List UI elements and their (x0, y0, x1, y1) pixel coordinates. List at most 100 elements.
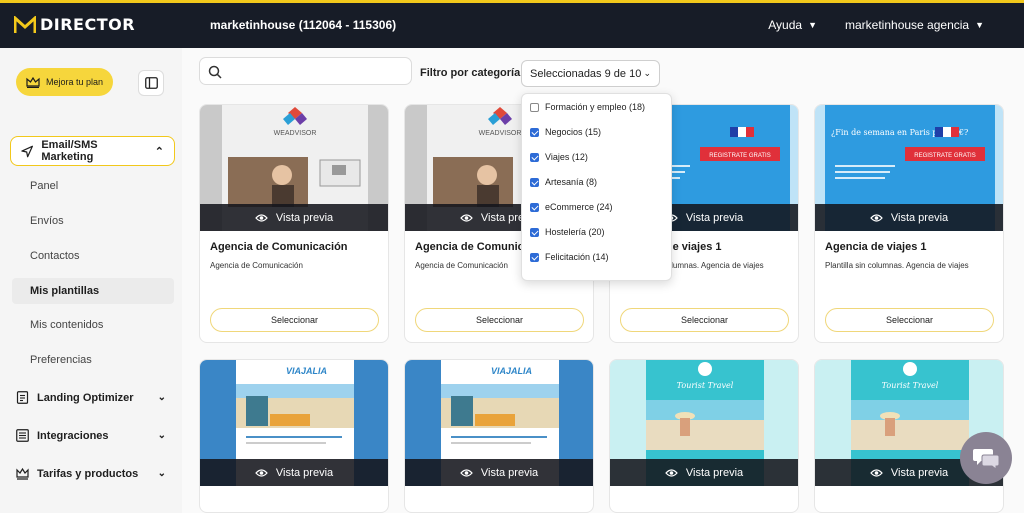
thumb-register-text: REGISTRATE GRATIS (709, 153, 770, 159)
document-icon (16, 391, 29, 404)
template-thumbnail[interactable]: VIAJALIA Vista previa (405, 360, 593, 486)
chevron-down-icon: ⌄ (643, 68, 651, 78)
sidebar-item-panel[interactable]: Panel (12, 173, 174, 199)
category-option[interactable]: Artesanía (8) (530, 177, 597, 187)
logo[interactable]: DIRECTOR (14, 15, 135, 34)
sidebar-item-mis-plantillas[interactable]: Mis plantillas (12, 278, 174, 304)
eye-icon (870, 213, 883, 222)
preview-button[interactable]: Vista previa (610, 459, 798, 486)
preview-label: Vista previa (275, 211, 334, 224)
checkbox[interactable] (530, 227, 539, 237)
collapse-sidebar-button[interactable] (138, 70, 164, 96)
account-title: marketinhouse (112064 - 115306) (210, 18, 397, 32)
sidebar-group-tarifas[interactable]: Tarifas y productos ⌄ (16, 467, 166, 480)
send-icon (21, 145, 33, 157)
upgrade-plan-button[interactable]: Mejora tu plan (16, 68, 113, 96)
select-button[interactable]: Seleccionar (210, 308, 379, 332)
thumb-register-text: REGISTRATE GRATIS (914, 153, 975, 159)
category-filter-select[interactable]: Seleccionadas 9 de 10 ⌄ (521, 60, 660, 87)
sidebar-group-label: Tarifas y productos (37, 467, 139, 480)
section-label: Email/SMS Marketing (41, 139, 98, 163)
logo-m-icon (14, 15, 36, 33)
sidebar-item-label: Envíos (30, 215, 64, 227)
chevron-down-icon: ▼ (808, 20, 817, 30)
category-option-label: Hostelería (20) (545, 227, 605, 237)
crown-icon (16, 467, 29, 480)
sidebar-item-mis-contenidos[interactable]: Mis contenidos (12, 312, 174, 338)
email-sms-marketing-section[interactable]: Email/SMS Marketing ⌃ (10, 136, 175, 166)
sidebar-group-integraciones[interactable]: Integraciones ⌄ (16, 429, 166, 442)
checkbox[interactable] (530, 127, 539, 137)
category-option[interactable]: Viajes (12) (530, 152, 588, 162)
category-option[interactable]: Felicitación (14) (530, 252, 609, 262)
thumb-brand-text: WEADVISOR (479, 130, 522, 137)
card-description: Plantilla sin columnas. Agencia de viaje… (825, 261, 969, 270)
help-dropdown[interactable]: Ayuda ▼ (768, 18, 817, 32)
sidebar-item-preferencias[interactable]: Preferencias (12, 347, 174, 373)
category-option[interactable]: Formación y empleo (18) (530, 102, 645, 112)
help-label: Ayuda (768, 18, 803, 32)
grid-list-icon (16, 429, 29, 442)
category-option-label: Negocios (15) (545, 127, 602, 137)
chevron-down-icon: ▼ (975, 20, 984, 30)
preview-button[interactable]: Vista previa (815, 204, 1003, 231)
select-button[interactable]: Seleccionar (415, 308, 584, 332)
sidebar-item-label: Contactos (30, 250, 80, 262)
select-button[interactable]: Seleccionar (825, 308, 994, 332)
chat-button[interactable] (960, 432, 1012, 484)
checkbox[interactable] (530, 177, 539, 187)
crown-icon (26, 76, 40, 88)
preview-button[interactable]: Vista previa (200, 459, 388, 486)
category-option[interactable]: eCommerce (24) (530, 202, 613, 212)
thumb-brand-text: VIAJALIA (491, 366, 532, 376)
sidebar-item-label: Mis plantillas (30, 285, 100, 297)
sidebar: Mejora tu plan Email/SMS Marketing ⌃ Pan… (0, 48, 182, 513)
chevron-up-icon: ⌃ (154, 145, 164, 158)
card-title: Agencia de viajes 1 (825, 241, 927, 253)
template-card[interactable]: WEADVISOR Vista previa Agencia de Comuni… (199, 104, 389, 343)
top-right-menu: Ayuda ▼ marketinhouse agencia ▼ (768, 18, 984, 32)
template-thumbnail[interactable]: Tourist Travel Vista previa (610, 360, 798, 486)
sidebar-item-contactos[interactable]: Contactos (12, 243, 174, 269)
sidebar-group-label: Integraciones (37, 429, 109, 442)
template-thumbnail[interactable]: VIAJALIA Vista previa (200, 360, 388, 486)
preview-button[interactable]: Vista previa (405, 459, 593, 486)
sidebar-item-label: Panel (30, 180, 59, 192)
main-content: Filtro por categoría: Seleccionadas 9 de… (182, 48, 1024, 513)
select-button[interactable]: Seleccionar (620, 308, 789, 332)
search-input[interactable] (199, 57, 412, 85)
template-card[interactable]: VIAJALIA Vista previa (404, 359, 594, 513)
template-card[interactable]: ¿Fin de semana en Paris por 75€? REGISTR… (814, 104, 1004, 343)
eye-icon (460, 468, 473, 477)
search-icon (208, 65, 222, 79)
chat-icon (973, 449, 1000, 470)
sidebar-group-landing-optimizer[interactable]: Landing Optimizer ⌄ (16, 391, 166, 404)
sidebar-group-label: Landing Optimizer (37, 391, 134, 404)
account-dropdown[interactable]: marketinhouse agencia ▼ (845, 18, 984, 32)
template-thumbnail[interactable]: ¿Fin de semana en Paris por 75€? REGISTR… (815, 105, 1003, 231)
checkbox[interactable] (530, 252, 539, 262)
template-thumbnail[interactable]: WEADVISOR Vista previa (200, 105, 388, 231)
category-filter-value: Seleccionadas 9 de 10 (530, 67, 642, 80)
eye-icon (460, 213, 473, 222)
eye-icon (870, 468, 883, 477)
category-dropdown: Formación y empleo (18) Negocios (15) Vi… (521, 93, 672, 281)
checkbox[interactable] (530, 202, 539, 212)
card-title: Agencia de Comunicación (210, 241, 348, 253)
checkbox[interactable] (530, 102, 539, 112)
sidebar-item-envios[interactable]: Envíos (12, 208, 174, 234)
sidebar-item-label: Preferencias (30, 354, 92, 366)
chevron-down-icon: ⌄ (157, 468, 166, 479)
preview-button[interactable]: Vista previa (200, 204, 388, 231)
category-option-label: eCommerce (24) (545, 202, 613, 212)
template-card[interactable]: VIAJALIA Vista previa (199, 359, 389, 513)
eye-icon (665, 468, 678, 477)
preview-label: Vista previa (890, 466, 949, 479)
category-option[interactable]: Negocios (15) (530, 127, 601, 137)
category-option[interactable]: Hostelería (20) (530, 227, 605, 237)
template-card[interactable]: Tourist Travel Vista previa (609, 359, 799, 513)
checkbox[interactable] (530, 152, 539, 162)
chevron-down-icon: ⌄ (157, 392, 166, 403)
category-option-label: Viajes (12) (545, 152, 588, 162)
sidebar-item-label: Mis contenidos (30, 319, 104, 331)
